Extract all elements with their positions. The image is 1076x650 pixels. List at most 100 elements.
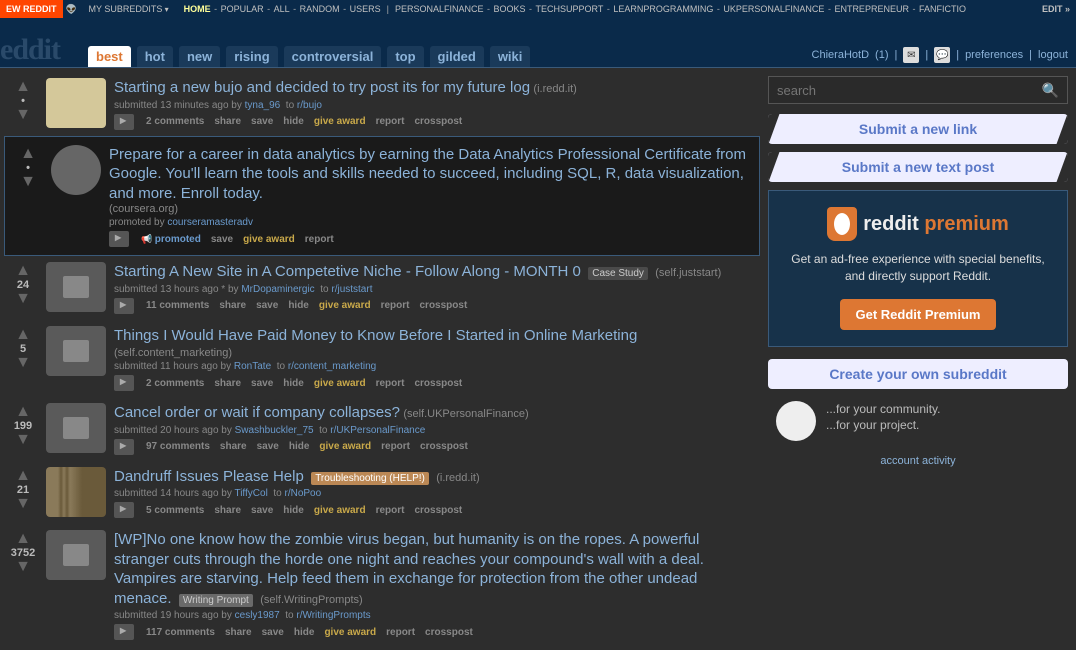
author-link[interactable]: cesly1987 bbox=[235, 610, 280, 621]
post-title[interactable]: Dandruff Issues Please Help bbox=[114, 468, 304, 485]
share-link[interactable]: share bbox=[214, 505, 241, 516]
upvote-arrow[interactable]: ▲ bbox=[8, 532, 38, 546]
award-link[interactable]: give award bbox=[319, 300, 371, 311]
award-link[interactable]: give award bbox=[314, 505, 366, 516]
downvote-arrow[interactable]: ▼ bbox=[8, 497, 38, 511]
share-link[interactable]: share bbox=[225, 627, 252, 638]
expando-button[interactable] bbox=[114, 298, 134, 314]
crosspost-link[interactable]: crosspost bbox=[420, 441, 468, 452]
submit-link-button[interactable]: Submit a new link bbox=[768, 114, 1068, 144]
share-link[interactable]: share bbox=[214, 378, 241, 389]
username-link[interactable]: ChieraHotD bbox=[812, 49, 869, 61]
post-flair[interactable]: Writing Prompt bbox=[179, 594, 253, 607]
hide-link[interactable]: hide bbox=[283, 116, 304, 127]
downvote-arrow[interactable]: ▼ bbox=[8, 292, 38, 306]
tab-wiki[interactable]: wiki bbox=[490, 46, 531, 67]
upvote-arrow[interactable]: ▲ bbox=[8, 80, 38, 94]
account-activity-link[interactable]: account activity bbox=[768, 455, 1068, 467]
crosspost-link[interactable]: crosspost bbox=[414, 378, 462, 389]
nav-link[interactable]: PERSONALFINANCE bbox=[395, 4, 484, 14]
search-input[interactable] bbox=[777, 83, 1042, 98]
nav-link[interactable]: ALL bbox=[274, 4, 290, 14]
report-link[interactable]: report bbox=[386, 627, 415, 638]
report-link[interactable]: report bbox=[305, 234, 334, 245]
post-domain[interactable]: (coursera.org) bbox=[109, 203, 751, 215]
post-thumbnail[interactable] bbox=[51, 145, 101, 195]
report-link[interactable]: report bbox=[376, 505, 405, 516]
crosspost-link[interactable]: crosspost bbox=[425, 627, 473, 638]
author-link[interactable]: tyna_96 bbox=[245, 100, 281, 111]
save-link[interactable]: save bbox=[256, 300, 278, 311]
subreddit-link[interactable]: r/UKPersonalFinance bbox=[330, 425, 425, 436]
post-thumbnail[interactable] bbox=[46, 403, 106, 453]
hide-link[interactable]: hide bbox=[289, 441, 310, 452]
downvote-arrow[interactable]: ▼ bbox=[13, 175, 43, 189]
share-link[interactable]: share bbox=[214, 116, 241, 127]
tab-top[interactable]: top bbox=[387, 46, 423, 67]
post-domain[interactable]: (self.content_marketing) bbox=[114, 347, 232, 359]
subreddit-link[interactable]: r/juststart bbox=[331, 284, 372, 295]
create-subreddit-button[interactable]: Create your own subreddit bbox=[768, 359, 1068, 389]
new-reddit-link[interactable]: EW REDDIT bbox=[0, 0, 63, 18]
post-domain[interactable]: (i.redd.it) bbox=[436, 472, 479, 484]
expando-button[interactable] bbox=[114, 624, 134, 640]
post-thumbnail[interactable] bbox=[46, 78, 106, 128]
save-link[interactable]: save bbox=[251, 505, 273, 516]
tab-hot[interactable]: hot bbox=[137, 46, 173, 67]
get-premium-button[interactable]: Get Reddit Premium bbox=[840, 299, 997, 330]
share-link[interactable]: share bbox=[220, 441, 247, 452]
post-flair[interactable]: Case Study bbox=[588, 267, 648, 280]
downvote-arrow[interactable]: ▼ bbox=[8, 433, 38, 447]
mail-icon[interactable]: ✉ bbox=[903, 47, 919, 63]
comments-link[interactable]: 2 comments bbox=[146, 116, 204, 127]
upvote-arrow[interactable]: ▲ bbox=[8, 405, 38, 419]
tab-new[interactable]: new bbox=[179, 46, 220, 67]
award-link[interactable]: give award bbox=[319, 441, 371, 452]
hide-link[interactable]: hide bbox=[283, 378, 304, 389]
expando-button[interactable] bbox=[114, 375, 134, 391]
tab-rising[interactable]: rising bbox=[226, 46, 277, 67]
report-link[interactable]: report bbox=[376, 378, 405, 389]
post-title[interactable]: Cancel order or wait if company collapse… bbox=[114, 404, 400, 421]
award-link[interactable]: give award bbox=[314, 116, 366, 127]
crosspost-link[interactable]: crosspost bbox=[414, 505, 462, 516]
comments-link[interactable]: 11 comments bbox=[146, 300, 209, 311]
save-link[interactable]: save bbox=[262, 627, 284, 638]
award-link[interactable]: give award bbox=[243, 234, 295, 245]
expando-button[interactable] bbox=[114, 114, 134, 130]
chat-icon[interactable]: 💬 bbox=[934, 47, 950, 63]
subreddit-nav[interactable]: HOME - POPULAR - ALL - RANDOM - USERS | … bbox=[177, 0, 1036, 18]
upvote-arrow[interactable]: ▲ bbox=[8, 264, 38, 278]
author-link[interactable]: courseramasteradv bbox=[167, 217, 253, 228]
report-link[interactable]: report bbox=[376, 116, 405, 127]
reddit-logo[interactable]: eddit bbox=[0, 33, 60, 67]
crosspost-link[interactable]: crosspost bbox=[419, 300, 467, 311]
preferences-link[interactable]: preferences bbox=[965, 49, 1023, 61]
nav-link[interactable]: RANDOM bbox=[300, 4, 340, 14]
comments-link[interactable]: 2 comments bbox=[146, 378, 204, 389]
nav-link[interactable]: USERS bbox=[350, 4, 381, 14]
nav-link[interactable]: ENTREPRENEUR bbox=[834, 4, 909, 14]
save-link[interactable]: save bbox=[251, 378, 273, 389]
hide-link[interactable]: hide bbox=[294, 627, 315, 638]
downvote-arrow[interactable]: ▼ bbox=[8, 108, 38, 122]
submit-text-button[interactable]: Submit a new text post bbox=[768, 152, 1068, 182]
post-flair[interactable]: Troubleshooting (HELP!) bbox=[311, 472, 429, 485]
nav-link[interactable]: BOOKS bbox=[494, 4, 526, 14]
report-link[interactable]: report bbox=[381, 441, 410, 452]
nav-link[interactable]: HOME bbox=[184, 4, 211, 14]
tab-controversial[interactable]: controversial bbox=[284, 46, 382, 67]
upvote-arrow[interactable]: ▲ bbox=[8, 469, 38, 483]
search-icon[interactable]: 🔍 bbox=[1042, 82, 1059, 99]
logout-link[interactable]: logout bbox=[1038, 49, 1068, 61]
tab-best[interactable]: best bbox=[88, 46, 131, 67]
crosspost-link[interactable]: crosspost bbox=[414, 116, 462, 127]
downvote-arrow[interactable]: ▼ bbox=[8, 560, 38, 574]
post-thumbnail[interactable] bbox=[46, 530, 106, 580]
post-title[interactable]: Starting A New Site in A Competetive Nic… bbox=[114, 263, 581, 280]
nav-link[interactable]: FANFICTIO bbox=[919, 4, 966, 14]
author-link[interactable]: MrDopaminergic bbox=[241, 284, 314, 295]
save-link[interactable]: save bbox=[257, 441, 279, 452]
award-link[interactable]: give award bbox=[314, 378, 366, 389]
post-title[interactable]: Things I Would Have Paid Money to Know B… bbox=[114, 327, 637, 344]
